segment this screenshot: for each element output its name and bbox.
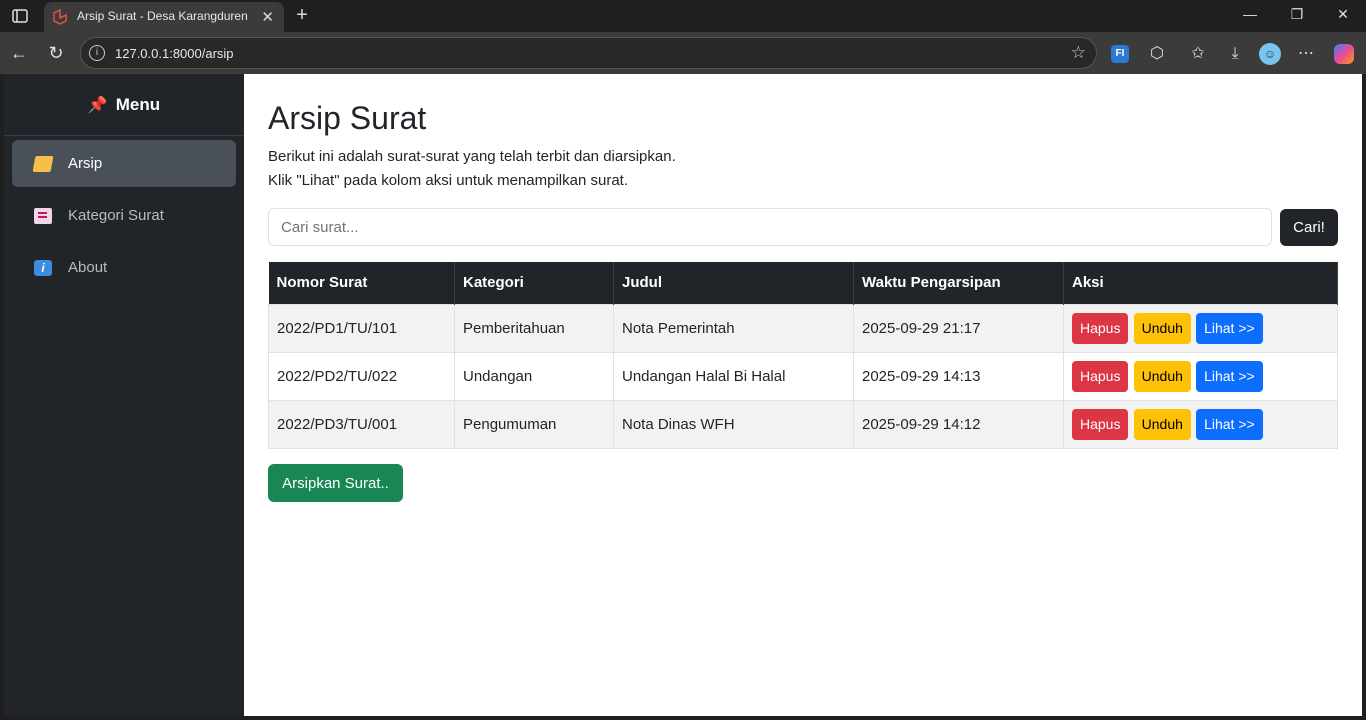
delete-button[interactable]: Hapus — [1072, 312, 1129, 344]
address-url: 127.0.0.1:8000/arsip — [115, 46, 234, 61]
favorites-icon[interactable]: ✩ — [1187, 43, 1209, 65]
view-button[interactable]: Lihat >> — [1196, 408, 1263, 440]
column-header-kategori: Kategori — [454, 262, 614, 304]
favorite-star-icon[interactable]: ☆ — [1071, 43, 1086, 63]
column-header-aksi: Aksi — [1063, 262, 1338, 304]
sidebar-title: Menu — [115, 94, 161, 114]
cell-judul: Undangan Halal Bi Halal — [613, 351, 854, 401]
cell-aksi: Hapus Unduh Lihat >> — [1063, 351, 1338, 401]
cell-waktu: 2025-09-29 14:13 — [853, 351, 1064, 401]
delete-button[interactable]: Hapus — [1072, 360, 1129, 392]
page-description-2: Klik "Lihat" pada kolom aksi untuk menam… — [268, 172, 628, 189]
sidebar-item-about[interactable]: i About — [12, 244, 236, 291]
browser-tab[interactable]: Arsip Surat - Desa Karangduren ✕ — [44, 2, 284, 32]
sidebar-item-label: Arsip — [68, 155, 103, 172]
sidebar-item-label: Kategori Surat — [68, 207, 164, 224]
downloads-icon[interactable]: ⤓ — [1224, 43, 1246, 65]
table-row: 2022/PD2/TU/022 Undangan Undangan Halal … — [268, 351, 1338, 401]
cell-kategori: Undangan — [454, 351, 614, 401]
tab-title: Arsip Surat - Desa Karangduren — [77, 9, 248, 23]
close-window-icon[interactable]: ✕ — [1333, 6, 1353, 23]
search-button[interactable]: Cari! — [1280, 209, 1338, 246]
laravel-icon — [52, 8, 68, 25]
cell-nomor: 2022/PD3/TU/001 — [268, 399, 455, 449]
column-header-waktu: Waktu Pengarsipan — [853, 262, 1064, 304]
column-header-judul: Judul — [613, 262, 854, 304]
table-row: 2022/PD1/TU/101 Pemberitahuan Nota Pemer… — [268, 303, 1338, 353]
cell-kategori: Pemberitahuan — [454, 303, 614, 353]
download-button[interactable]: Unduh — [1133, 312, 1191, 344]
delete-button[interactable]: Hapus — [1072, 408, 1129, 440]
new-tab-icon[interactable]: + — [290, 4, 314, 27]
extension-fi-icon[interactable]: FI — [1111, 45, 1129, 63]
minimize-icon[interactable]: — — [1240, 6, 1260, 22]
pushpin-icon: 📌 — [87, 96, 108, 114]
extensions-icon[interactable]: ⬡ — [1146, 43, 1168, 65]
table-row: 2022/PD3/TU/001 Pengumuman Nota Dinas WF… — [268, 399, 1338, 449]
tab-close-icon[interactable]: ✕ — [261, 8, 274, 26]
page-description-1: Berikut ini adalah surat-surat yang tela… — [268, 148, 676, 165]
cell-aksi: Hapus Unduh Lihat >> — [1063, 303, 1338, 353]
profile-avatar-icon[interactable]: ☺ — [1259, 43, 1281, 65]
cell-nomor: 2022/PD1/TU/101 — [268, 303, 455, 353]
archive-letter-button[interactable]: Arsipkan Surat.. — [268, 464, 403, 502]
download-button[interactable]: Unduh — [1133, 408, 1191, 440]
cell-nomor: 2022/PD2/TU/022 — [268, 351, 455, 401]
sidebar-header: 📌 Menu — [4, 74, 244, 136]
download-button[interactable]: Unduh — [1133, 360, 1191, 392]
cell-waktu: 2025-09-29 21:17 — [853, 303, 1064, 353]
browser-titlebar: Arsip Surat - Desa Karangduren ✕ + — ❐ ✕ — [0, 0, 1366, 32]
address-bar[interactable]: i 127.0.0.1:8000/arsip ☆ — [80, 37, 1097, 69]
note-icon — [34, 207, 52, 224]
more-options-icon[interactable]: ⋯ — [1295, 43, 1317, 65]
browser-toolbar: ← ↻ i 127.0.0.1:8000/arsip ☆ FI ⬡ ✩ ⤓ ☺ … — [0, 32, 1366, 74]
sidebar-item-kategori-surat[interactable]: Kategori Surat — [12, 192, 236, 239]
sidebar: 📌 Menu Arsip Kategori Surat i About — [4, 74, 244, 716]
archive-table: Nomor Surat Kategori Judul Waktu Pengars… — [268, 262, 1338, 449]
table-header-row: Nomor Surat Kategori Judul Waktu Pengars… — [268, 262, 1338, 304]
site-info-icon[interactable]: i — [89, 45, 105, 61]
info-icon: i — [34, 259, 52, 276]
search-input[interactable] — [268, 208, 1272, 246]
back-icon[interactable]: ← — [8, 42, 30, 64]
sidebar-item-arsip[interactable]: Arsip — [12, 140, 236, 187]
sidebar-toggle-icon[interactable] — [8, 6, 32, 26]
restore-icon[interactable]: ❐ — [1287, 6, 1307, 23]
cell-judul: Nota Pemerintah — [613, 303, 854, 353]
page-viewport: 📌 Menu Arsip Kategori Surat i About Arsi… — [4, 74, 1362, 716]
view-button[interactable]: Lihat >> — [1196, 360, 1263, 392]
page-title: Arsip Surat — [268, 100, 427, 136]
sidebar-item-label: About — [68, 259, 108, 276]
cell-kategori: Pengumuman — [454, 399, 614, 449]
cell-judul: Nota Dinas WFH — [613, 399, 854, 449]
column-header-nomor: Nomor Surat — [268, 262, 455, 304]
cell-aksi: Hapus Unduh Lihat >> — [1063, 399, 1338, 449]
cell-waktu: 2025-09-29 14:12 — [853, 399, 1064, 449]
folder-icon — [32, 155, 54, 172]
reload-icon[interactable]: ↻ — [45, 42, 67, 64]
copilot-icon[interactable] — [1334, 44, 1354, 64]
view-button[interactable]: Lihat >> — [1196, 312, 1263, 344]
